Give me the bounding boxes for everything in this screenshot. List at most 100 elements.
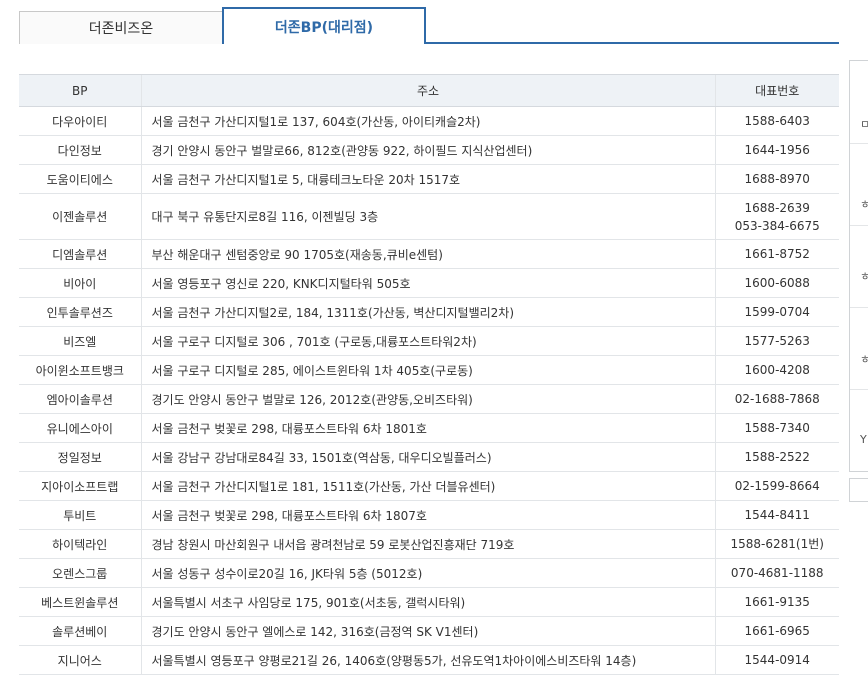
phone-number: 1599-0704 <box>744 305 810 319</box>
bp-name-cell: 오렌스그룹 <box>19 558 141 588</box>
tab-bar: 더존비즈온 더존BP(대리점) <box>19 7 839 46</box>
phone-number: 1588-2522 <box>744 450 810 464</box>
address-cell: 서울특별시 영등포구 양평로21길 26, 1406호(양평동5가, 선유도역1… <box>140 645 715 675</box>
phone-cell: 1661-8752 <box>714 239 839 269</box>
side-panel-text: Y <box>860 433 867 446</box>
bp-name-cell: 베스트윈솔루션 <box>19 587 141 617</box>
table-row: 비아이 서울 영등포구 영신로 220, KNK디지털타워 505호 1600-60… <box>19 268 839 298</box>
bp-name-cell: 유니에스아이 <box>19 413 141 443</box>
bp-name-cell: 인투솔루션즈 <box>19 297 141 327</box>
address-cell: 서울 금천구 벚꽃로 298, 대륭포스트타워 6차 1801호 <box>140 413 715 443</box>
phone-number: 1644-1956 <box>744 143 810 157</box>
phone-number: 1588-7340 <box>744 421 810 435</box>
phone-cell: 1544-8411 <box>714 500 839 530</box>
table-row: 하이텍라인 경남 창원시 마산회원구 내서읍 광려천남로 59 로봇산업진흥재단 … <box>19 529 839 559</box>
table-row: 지니어스 서울특별시 영등포구 양평로21길 26, 1406호(양평동5가, 선… <box>19 645 839 675</box>
table-row: 다우아이티 서울 금천구 가산디지털1로 137, 604호(가산동, 아이티캐슬… <box>19 106 839 136</box>
bp-name-cell: 비즈엘 <box>19 326 141 356</box>
phone-cell: 02-1688-7868 <box>714 384 839 414</box>
table-row: 디엠솔루션 부산 해운대구 센텀중앙로 90 1705호(재송동,큐비e센텀) 16… <box>19 239 839 269</box>
bp-name-cell: 정일정보 <box>19 442 141 472</box>
phone-number: 02-1599-8664 <box>734 479 820 493</box>
phone-cell: 1588-7340 <box>714 413 839 443</box>
phone-number: 1600-6088 <box>744 276 810 290</box>
bp-name-cell: 디엠솔루션 <box>19 239 141 269</box>
address-cell: 서울 영등포구 영신로 220, KNK디지털타워 505호 <box>140 268 715 298</box>
phone-cell: 02-1599-8664 <box>714 471 839 501</box>
phone-number: 053-384-6675 <box>734 218 820 233</box>
tab-douzone-bp[interactable]: 더존BP(대리점) <box>222 7 426 46</box>
side-panel-text: ㅎ <box>860 353 868 366</box>
table-row: 비즈엘 서울 구로구 디지털로 306 , 701호 (구로동,대륭포스트타워2차… <box>19 326 839 356</box>
phone-cell: 1599-0704 <box>714 297 839 327</box>
side-panel-box <box>849 478 868 502</box>
phone-cell: 1688-2639 053-384-6675 <box>714 193 839 240</box>
address-cell: 서울특별시 서초구 사임당로 175, 901호(서초동, 갤럭시타워) <box>140 587 715 617</box>
address-cell: 경기도 안양시 동안구 벌말로 126, 2012호(관양동,오비즈타워) <box>140 384 715 414</box>
bp-name-cell: 다인정보 <box>19 135 141 165</box>
table-row: 다인정보 경기 안양시 동안구 벌말로66, 812호(관양동 922, 하이필드… <box>19 135 839 165</box>
column-header-bp: BP <box>19 74 141 107</box>
phone-cell: 1661-9135 <box>714 587 839 617</box>
bp-table-container: BP 주소 대표번호 다우아이티 서울 금천구 가산디지털1로 137, 604호… <box>19 74 839 675</box>
table-row: 베스트윈솔루션 서울특별시 서초구 사임당로 175, 901호(서초동, 갤럭시… <box>19 587 839 617</box>
bp-name-cell: 솔루션베이 <box>19 616 141 646</box>
phone-number: 070-4681-1188 <box>730 566 824 580</box>
bp-name-cell: 도움이티에스 <box>19 164 141 194</box>
column-header-address: 주소 <box>140 74 715 107</box>
side-panel-text: ㅁ <box>860 118 868 131</box>
bp-name-cell: 투비트 <box>19 500 141 530</box>
bp-name-cell: 다우아이티 <box>19 106 141 136</box>
bp-table: BP 주소 대표번호 다우아이티 서울 금천구 가산디지털1로 137, 604호… <box>19 74 839 675</box>
phone-number: 1577-5263 <box>744 334 810 348</box>
phone-number: 02-1688-7868 <box>734 392 820 406</box>
tab-douzone-bp-label: 더존BP(대리점) <box>274 19 374 36</box>
phone-number: 1688-8970 <box>744 172 810 186</box>
table-row: 솔루션베이 경기도 안양시 동안구 엘에스로 142, 316호(금정역 SK V… <box>19 616 839 646</box>
address-cell: 서울 강남구 강남대로84길 33, 1501호(역삼동, 대우디오빌플러스) <box>140 442 715 472</box>
phone-number: 1588-6281(1번) <box>730 537 824 551</box>
phone-number: 1600-4208 <box>744 363 810 377</box>
column-header-phone: 대표번호 <box>714 74 839 107</box>
phone-number: 1544-8411 <box>744 508 810 522</box>
bp-name-cell: 지아이소프트랩 <box>19 471 141 501</box>
phone-number: 1661-8752 <box>744 247 810 261</box>
address-cell: 경기도 안양시 동안구 엘에스로 142, 316호(금정역 SK V1센터) <box>140 616 715 646</box>
side-panel: ㅁ ㅎ ㅎ ㅎ Y <box>849 60 868 472</box>
address-cell: 경남 창원시 마산회원구 내서읍 광려천남로 59 로봇산업진흥재단 719호 <box>140 529 715 559</box>
phone-cell: 1544-0914 <box>714 645 839 675</box>
tab-douzone-bizon[interactable]: 더존비즈온 <box>19 11 223 44</box>
bp-name-cell: 지니어스 <box>19 645 141 675</box>
table-row: 투비트 서울 금천구 벚꽃로 298, 대륭포스트타워 6차 1807호 1544-… <box>19 500 839 530</box>
phone-cell: 1577-5263 <box>714 326 839 356</box>
table-row: 유니에스아이 서울 금천구 벚꽃로 298, 대륭포스트타워 6차 1801호 15… <box>19 413 839 443</box>
phone-cell: 1661-6965 <box>714 616 839 646</box>
address-cell: 서울 금천구 가산디지털2로, 184, 1311호(가산동, 벽산디지털밸리2… <box>140 297 715 327</box>
address-cell: 서울 성동구 성수이로20길 16, JK타워 5층 (5012호) <box>140 558 715 588</box>
phone-cell: 1588-6403 <box>714 106 839 136</box>
bp-name-cell: 비아이 <box>19 268 141 298</box>
side-panel-text: ㅎ <box>860 270 868 283</box>
phone-cell: 1588-6281(1번) <box>714 529 839 559</box>
phone-number: 1544-0914 <box>744 653 810 667</box>
address-cell: 경기 안양시 동안구 벌말로66, 812호(관양동 922, 하이필드 지식산… <box>140 135 715 165</box>
phone-number: 1661-6965 <box>744 624 810 638</box>
table-row: 지아이소프트랩 서울 금천구 가산디지털1로 181, 1511호(가산동, 가산… <box>19 471 839 501</box>
address-cell: 서울 금천구 가산디지털1로 137, 604호(가산동, 아이티캐슬2차) <box>140 106 715 136</box>
phone-number: 1588-6403 <box>744 114 810 128</box>
phone-cell: 1600-6088 <box>714 268 839 298</box>
table-row: 인투솔루션즈 서울 금천구 가산디지털2로, 184, 1311호(가산동, 벽산… <box>19 297 839 327</box>
table-row: 아이윈소프트뱅크 서울 구로구 디지털로 285, 에이스트윈타워 1차 405호… <box>19 355 839 385</box>
phone-cell: 1688-8970 <box>714 164 839 194</box>
bp-name-cell: 엠아이솔루션 <box>19 384 141 414</box>
table-row: 엠아이솔루션 경기도 안양시 동안구 벌말로 126, 2012호(관양동,오비즈… <box>19 384 839 414</box>
bp-name-cell: 하이텍라인 <box>19 529 141 559</box>
table-row: 이젠솔루션 대구 북구 유통단지로8길 116, 이젠빌딩 3층 1688-2639… <box>19 193 839 240</box>
table-row: 도움이티에스 서울 금천구 가산디지털1로 5, 대륭테크노타운 20차 1517… <box>19 164 839 194</box>
phone-number: 1661-9135 <box>744 595 810 609</box>
table-header-row: BP 주소 대표번호 <box>19 74 839 107</box>
address-cell: 서울 금천구 가산디지털1로 5, 대륭테크노타운 20차 1517호 <box>140 164 715 194</box>
phone-cell: 070-4681-1188 <box>714 558 839 588</box>
table-row: 정일정보 서울 강남구 강남대로84길 33, 1501호(역삼동, 대우디오빌플… <box>19 442 839 472</box>
address-cell: 서울 구로구 디지털로 306 , 701호 (구로동,대륭포스트타워2차) <box>140 326 715 356</box>
